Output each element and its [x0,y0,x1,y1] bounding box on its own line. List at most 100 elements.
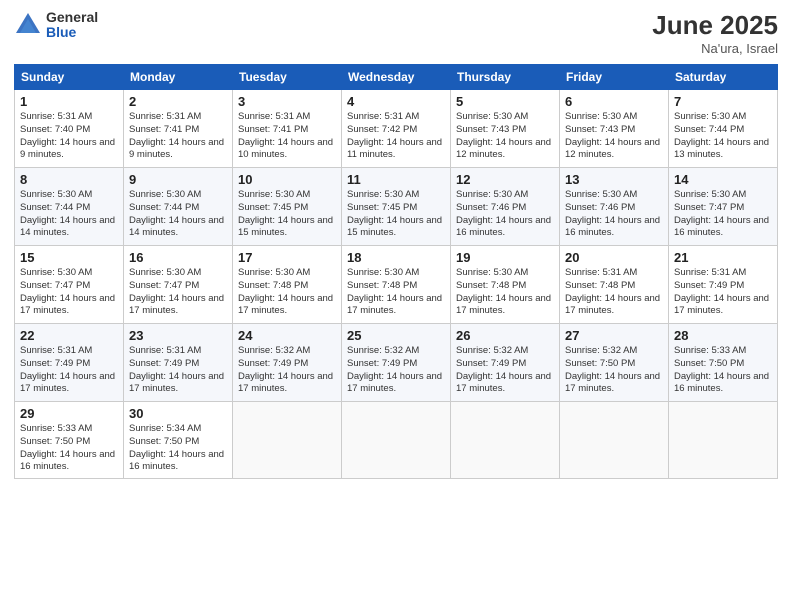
table-row: 28 Sunrise: 5:33 AMSunset: 7:50 PMDaylig… [669,324,778,402]
table-row [451,402,560,479]
week-row-3: 15 Sunrise: 5:30 AMSunset: 7:47 PMDaylig… [15,246,778,324]
day-number: 2 [129,94,227,109]
day-info: Sunrise: 5:30 AMSunset: 7:48 PMDaylight:… [456,267,554,318]
day-number: 10 [238,172,336,187]
header: General Blue June 2025 Na'ura, Israel [14,10,778,56]
day-number: 20 [565,250,663,265]
table-row: 29 Sunrise: 5:33 AMSunset: 7:50 PMDaylig… [15,402,124,479]
table-row: 5 Sunrise: 5:30 AMSunset: 7:43 PMDayligh… [451,90,560,168]
day-info: Sunrise: 5:30 AMSunset: 7:43 PMDaylight:… [565,111,663,162]
day-info: Sunrise: 5:30 AMSunset: 7:44 PMDaylight:… [20,189,118,240]
day-info: Sunrise: 5:30 AMSunset: 7:45 PMDaylight:… [238,189,336,240]
day-number: 25 [347,328,445,343]
col-tuesday: Tuesday [233,65,342,90]
col-monday: Monday [124,65,233,90]
day-number: 5 [456,94,554,109]
day-info: Sunrise: 5:33 AMSunset: 7:50 PMDaylight:… [20,423,118,474]
day-number: 4 [347,94,445,109]
table-row [669,402,778,479]
day-number: 12 [456,172,554,187]
day-number: 6 [565,94,663,109]
page: General Blue June 2025 Na'ura, Israel Su… [0,0,792,612]
day-info: Sunrise: 5:31 AMSunset: 7:48 PMDaylight:… [565,267,663,318]
table-row: 17 Sunrise: 5:30 AMSunset: 7:48 PMDaylig… [233,246,342,324]
day-number: 27 [565,328,663,343]
table-row: 27 Sunrise: 5:32 AMSunset: 7:50 PMDaylig… [560,324,669,402]
day-info: Sunrise: 5:33 AMSunset: 7:50 PMDaylight:… [674,345,772,396]
day-info: Sunrise: 5:30 AMSunset: 7:43 PMDaylight:… [456,111,554,162]
table-row: 16 Sunrise: 5:30 AMSunset: 7:47 PMDaylig… [124,246,233,324]
day-number: 17 [238,250,336,265]
col-sunday: Sunday [15,65,124,90]
title-area: June 2025 Na'ura, Israel [652,10,778,56]
day-info: Sunrise: 5:30 AMSunset: 7:48 PMDaylight:… [347,267,445,318]
day-info: Sunrise: 5:31 AMSunset: 7:41 PMDaylight:… [129,111,227,162]
table-row: 9 Sunrise: 5:30 AMSunset: 7:44 PMDayligh… [124,168,233,246]
col-thursday: Thursday [451,65,560,90]
day-info: Sunrise: 5:32 AMSunset: 7:49 PMDaylight:… [456,345,554,396]
col-saturday: Saturday [669,65,778,90]
table-row: 22 Sunrise: 5:31 AMSunset: 7:49 PMDaylig… [15,324,124,402]
day-info: Sunrise: 5:34 AMSunset: 7:50 PMDaylight:… [129,423,227,474]
day-number: 15 [20,250,118,265]
day-number: 28 [674,328,772,343]
table-row [233,402,342,479]
table-row: 8 Sunrise: 5:30 AMSunset: 7:44 PMDayligh… [15,168,124,246]
week-row-2: 8 Sunrise: 5:30 AMSunset: 7:44 PMDayligh… [15,168,778,246]
day-info: Sunrise: 5:30 AMSunset: 7:46 PMDaylight:… [456,189,554,240]
calendar-table: Sunday Monday Tuesday Wednesday Thursday… [14,64,778,479]
day-info: Sunrise: 5:30 AMSunset: 7:44 PMDaylight:… [129,189,227,240]
day-info: Sunrise: 5:30 AMSunset: 7:47 PMDaylight:… [674,189,772,240]
day-number: 1 [20,94,118,109]
table-row: 23 Sunrise: 5:31 AMSunset: 7:49 PMDaylig… [124,324,233,402]
day-info: Sunrise: 5:30 AMSunset: 7:47 PMDaylight:… [129,267,227,318]
table-row: 6 Sunrise: 5:30 AMSunset: 7:43 PMDayligh… [560,90,669,168]
day-number: 18 [347,250,445,265]
table-row: 30 Sunrise: 5:34 AMSunset: 7:50 PMDaylig… [124,402,233,479]
day-number: 22 [20,328,118,343]
day-info: Sunrise: 5:30 AMSunset: 7:47 PMDaylight:… [20,267,118,318]
table-row: 15 Sunrise: 5:30 AMSunset: 7:47 PMDaylig… [15,246,124,324]
day-info: Sunrise: 5:31 AMSunset: 7:42 PMDaylight:… [347,111,445,162]
table-row: 24 Sunrise: 5:32 AMSunset: 7:49 PMDaylig… [233,324,342,402]
table-row: 10 Sunrise: 5:30 AMSunset: 7:45 PMDaylig… [233,168,342,246]
day-info: Sunrise: 5:30 AMSunset: 7:46 PMDaylight:… [565,189,663,240]
table-row [560,402,669,479]
col-friday: Friday [560,65,669,90]
day-number: 29 [20,406,118,421]
header-row: Sunday Monday Tuesday Wednesday Thursday… [15,65,778,90]
day-info: Sunrise: 5:31 AMSunset: 7:49 PMDaylight:… [20,345,118,396]
logo-blue-text: Blue [46,25,98,40]
logo-general: General [46,10,98,25]
table-row: 4 Sunrise: 5:31 AMSunset: 7:42 PMDayligh… [342,90,451,168]
day-number: 30 [129,406,227,421]
day-number: 16 [129,250,227,265]
week-row-4: 22 Sunrise: 5:31 AMSunset: 7:49 PMDaylig… [15,324,778,402]
day-number: 24 [238,328,336,343]
table-row: 11 Sunrise: 5:30 AMSunset: 7:45 PMDaylig… [342,168,451,246]
table-row: 18 Sunrise: 5:30 AMSunset: 7:48 PMDaylig… [342,246,451,324]
day-info: Sunrise: 5:30 AMSunset: 7:44 PMDaylight:… [674,111,772,162]
table-row: 1 Sunrise: 5:31 AMSunset: 7:40 PMDayligh… [15,90,124,168]
table-row: 13 Sunrise: 5:30 AMSunset: 7:46 PMDaylig… [560,168,669,246]
day-info: Sunrise: 5:31 AMSunset: 7:40 PMDaylight:… [20,111,118,162]
day-number: 9 [129,172,227,187]
table-row: 14 Sunrise: 5:30 AMSunset: 7:47 PMDaylig… [669,168,778,246]
day-number: 23 [129,328,227,343]
table-row: 21 Sunrise: 5:31 AMSunset: 7:49 PMDaylig… [669,246,778,324]
table-row: 3 Sunrise: 5:31 AMSunset: 7:41 PMDayligh… [233,90,342,168]
day-info: Sunrise: 5:31 AMSunset: 7:41 PMDaylight:… [238,111,336,162]
day-info: Sunrise: 5:31 AMSunset: 7:49 PMDaylight:… [674,267,772,318]
month-title: June 2025 [652,10,778,41]
day-number: 21 [674,250,772,265]
table-row: 19 Sunrise: 5:30 AMSunset: 7:48 PMDaylig… [451,246,560,324]
day-number: 8 [20,172,118,187]
logo: General Blue [14,10,98,41]
day-number: 7 [674,94,772,109]
week-row-5: 29 Sunrise: 5:33 AMSunset: 7:50 PMDaylig… [15,402,778,479]
day-info: Sunrise: 5:30 AMSunset: 7:48 PMDaylight:… [238,267,336,318]
day-number: 14 [674,172,772,187]
table-row: 12 Sunrise: 5:30 AMSunset: 7:46 PMDaylig… [451,168,560,246]
table-row: 26 Sunrise: 5:32 AMSunset: 7:49 PMDaylig… [451,324,560,402]
table-row: 20 Sunrise: 5:31 AMSunset: 7:48 PMDaylig… [560,246,669,324]
